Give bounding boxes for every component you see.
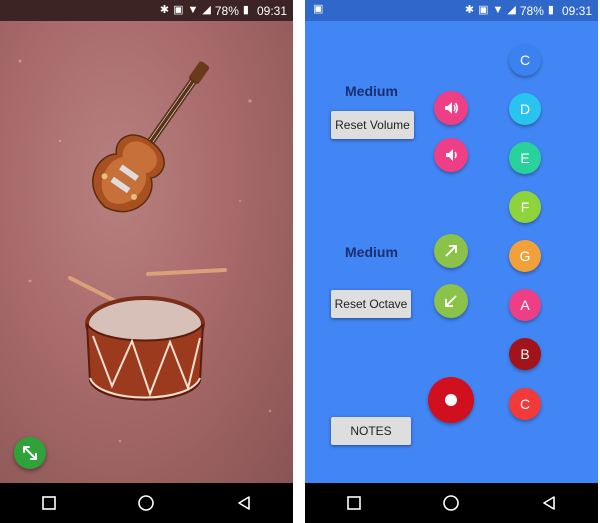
battery-percent: 78%	[519, 3, 544, 18]
home-button[interactable]	[436, 488, 466, 518]
note-key-g[interactable]: G	[509, 240, 541, 272]
recents-button[interactable]	[339, 488, 369, 518]
image-notification-icon: ▣	[313, 3, 324, 15]
bluetooth-icon: ✱	[159, 4, 170, 16]
volume-down-icon	[446, 149, 457, 161]
battery-icon: ▮	[547, 4, 554, 16]
wifi-icon: ▼	[187, 4, 199, 16]
signal-icon: ◢	[507, 4, 516, 16]
notes-button[interactable]: NOTES	[331, 417, 411, 445]
wifi-icon: ▼	[492, 4, 504, 16]
octave-up-button[interactable]	[434, 234, 468, 268]
home-button[interactable]	[131, 488, 161, 518]
volume-down-button[interactable]	[434, 138, 468, 172]
triangle-back-icon	[543, 496, 555, 510]
back-button[interactable]	[534, 488, 564, 518]
navigation-bar	[0, 483, 293, 523]
octave-down-button[interactable]	[434, 284, 468, 318]
note-key-f[interactable]: F	[509, 191, 541, 223]
phone-screen-controls: ▣ ✱ ▣ ▼ ◢ 78% ▮ 09:31 Medium Reset Volum…	[305, 0, 598, 523]
triangle-back-icon	[238, 496, 250, 510]
clock: 09:31	[256, 3, 287, 18]
reset-octave-button[interactable]: Reset Octave	[331, 290, 411, 318]
record-icon	[445, 394, 457, 406]
navigation-bar	[305, 483, 598, 523]
recents-button[interactable]	[34, 488, 64, 518]
square-icon	[347, 496, 361, 510]
fullscreen-button[interactable]	[14, 437, 46, 469]
square-icon	[42, 496, 56, 510]
status-bar: ✱ ▣ ▼ ◢ 78% ▮ 09:31	[0, 0, 293, 21]
nfc-icon: ▣	[478, 4, 489, 16]
note-key-a[interactable]: A	[509, 289, 541, 321]
instrument-scene[interactable]	[0, 21, 293, 483]
volume-up-button[interactable]	[434, 91, 468, 125]
battery-icon: ▮	[242, 4, 249, 16]
note-key-d[interactable]: D	[509, 93, 541, 125]
battery-percent: 78%	[214, 3, 239, 18]
controls-panel: Medium Reset Volume Medium Reset Octave	[305, 21, 598, 483]
arrow-down-left-icon	[445, 295, 457, 307]
reset-volume-button[interactable]: Reset Volume	[331, 111, 414, 139]
expand-arrows-icon	[23, 446, 37, 460]
record-button[interactable]	[428, 377, 474, 423]
arrow-up-right-icon	[445, 245, 457, 257]
back-button[interactable]	[229, 488, 259, 518]
signal-icon: ◢	[202, 4, 211, 16]
note-key-c-high[interactable]: C	[509, 388, 541, 420]
note-key-b[interactable]: B	[509, 338, 541, 370]
bluetooth-icon: ✱	[464, 4, 475, 16]
circle-icon	[138, 495, 155, 511]
nfc-icon: ▣	[173, 4, 184, 16]
circle-icon	[443, 495, 460, 511]
note-key-e[interactable]: E	[509, 142, 541, 174]
status-bar: ▣ ✱ ▣ ▼ ◢ 78% ▮ 09:31	[305, 0, 598, 21]
clock: 09:31	[561, 3, 592, 18]
guitar-illustration[interactable]	[85, 46, 215, 236]
volume-level-label: Medium	[345, 83, 398, 99]
drum-illustration[interactable]	[60, 266, 230, 416]
phone-screen-instruments: ✱ ▣ ▼ ◢ 78% ▮ 09:31	[0, 0, 293, 523]
volume-up-icon	[445, 102, 458, 114]
note-key-c[interactable]: C	[509, 44, 541, 76]
octave-level-label: Medium	[345, 244, 398, 260]
